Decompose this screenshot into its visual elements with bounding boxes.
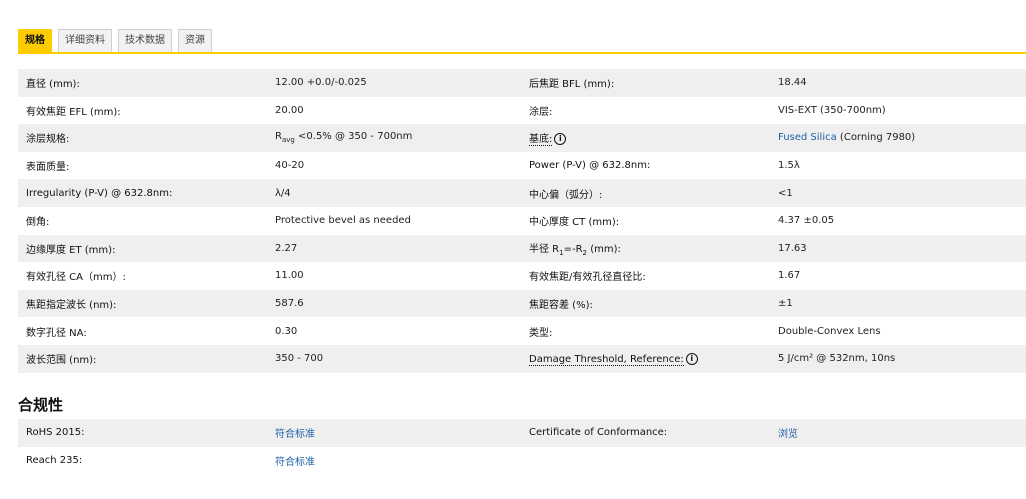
spec-label: 数字孔径 NA: <box>26 327 87 339</box>
spec-value: 2.27 <box>267 234 521 263</box>
spec-value: 587.6 <box>267 289 521 318</box>
radius-label-mid: =-R <box>563 243 583 255</box>
reach-compliant-link[interactable]: 符合标准 <box>275 457 315 468</box>
table-row: 有效孔径 CA（mm）: 11.00 有效焦距/有效孔径直径比: 1.67 <box>18 262 1026 290</box>
spec-label: 边缘厚度 ET (mm): <box>18 234 267 263</box>
tab-technical-data[interactable]: 技术数据 <box>118 29 172 52</box>
spec-label: 波长范围 (nm): <box>18 344 267 373</box>
table-row: 边缘厚度 ET (mm): 2.27 半径 R1=-R2 (mm): 17.63 <box>18 234 1026 263</box>
spec-value: 浏览 <box>770 419 1026 447</box>
radius-label-pre: 半径 R <box>529 243 560 255</box>
spec-label: 直径 (mm): <box>18 69 267 97</box>
spec-label: 焦距指定波长 (nm): <box>18 289 267 318</box>
spec-label <box>521 447 770 475</box>
spec-label: 倒角: <box>26 217 50 229</box>
radius-label-post: (mm): <box>587 243 621 255</box>
spec-value: <1 <box>770 179 1026 207</box>
compliance-table: RoHS 2015: 符合标准 Certificate of Conforman… <box>18 419 1026 474</box>
spec-label: 涂层规格: <box>18 124 267 152</box>
spec-value: 11.00 <box>275 270 304 282</box>
table-row: 倒角: Protective bevel as needed 中心厚度 CT (… <box>18 207 1026 235</box>
damage-threshold-text: Damage Threshold, Reference: <box>529 353 684 366</box>
spec-table: 直径 (mm): 12.00 +0.0/-0.025 后焦距 BFL (mm):… <box>18 69 1026 373</box>
spec-value: 5 J/cm² @ 532nm, 10ns <box>770 344 1026 373</box>
table-row: 表面质量: 40-20 Power (P-V) @ 632.8nm: 1.5λ <box>18 152 1026 180</box>
radius-label: 半径 R1=-R2 (mm): <box>521 234 770 263</box>
fused-silica-link[interactable]: Fused Silica <box>778 132 837 143</box>
spec-value: 17.63 <box>770 234 1026 263</box>
spec-value: 350 - 700 <box>267 344 521 373</box>
spec-value: 符合标准 <box>267 447 521 475</box>
table-row: Reach 235: 符合标准 <box>18 447 1026 475</box>
substrate-label-text: 基底: <box>529 134 553 147</box>
table-row: 波长范围 (nm): 350 - 700 Damage Threshold, R… <box>18 344 1026 373</box>
tab-details[interactable]: 详细资料 <box>58 29 112 52</box>
spec-value: 0.30 <box>275 325 298 337</box>
info-icon[interactable]: i <box>554 133 567 146</box>
tab-specs[interactable]: 规格 <box>18 29 52 52</box>
table-row: 涂层规格: Ravg <0.5% @ 350 - 700nm 基底: i Fuse… <box>18 124 1026 152</box>
tab-bar: 规格 详细资料 技术数据 资源 <box>18 29 212 53</box>
spec-label: 中心偏（弧分）: <box>521 179 770 207</box>
spec-value: 1.67 <box>778 270 801 282</box>
spec-value: 18.44 <box>770 69 1026 97</box>
table-row: RoHS 2015: 符合标准 Certificate of Conforman… <box>18 419 1026 447</box>
avg-subscript: avg <box>281 136 295 145</box>
spec-value: VIS-EXT (350-700nm) <box>778 104 886 116</box>
spec-value: Double-Convex Lens <box>778 325 881 337</box>
spec-value: 4.37 ±0.05 <box>778 215 835 227</box>
spec-value: 1.5λ <box>778 160 800 172</box>
spec-value <box>770 447 1026 475</box>
table-row: 直径 (mm): 12.00 +0.0/-0.025 后焦距 BFL (mm):… <box>18 69 1026 97</box>
spec-value: 符合标准 <box>267 419 521 447</box>
spec-value: 20.00 <box>275 104 304 116</box>
spec-label: Power (P-V) @ 632.8nm: <box>529 160 651 172</box>
rohs-compliant-link[interactable]: 符合标准 <box>275 429 315 440</box>
spec-label: 涂层: <box>529 106 553 118</box>
r-symbol: R <box>275 131 282 143</box>
spec-label: 后焦距 BFL (mm): <box>521 69 770 97</box>
spec-label: 有效焦距 EFL (mm): <box>26 106 121 118</box>
compliance-title: 合规性 <box>18 396 64 414</box>
spec-label: 中心厚度 CT (mm): <box>529 217 620 229</box>
spec-value: Fused Silica (Corning 7980) <box>770 124 1026 152</box>
table-row: 有效焦距 EFL (mm): 20.00 涂层: VIS-EXT (350-70… <box>18 97 1026 125</box>
spec-value: Ravg <0.5% @ 350 - 700nm <box>267 124 521 152</box>
spec-label: 类型: <box>529 327 553 339</box>
spec-value: ±1 <box>770 289 1026 318</box>
spec-label: RoHS 2015: <box>18 419 267 447</box>
spec-label: Reach 235: <box>26 454 83 466</box>
spec-label: 有效孔径 CA（mm）: <box>26 272 126 284</box>
spec-value: 12.00 +0.0/-0.025 <box>267 69 521 97</box>
spec-label: 表面质量: <box>26 162 70 174</box>
spec-label: Certificate of Conformance: <box>521 419 770 447</box>
spec-value: 40-20 <box>275 160 305 172</box>
substrate-label: 基底: i <box>521 124 770 152</box>
spec-value: λ/4 <box>267 179 521 207</box>
spec-value: Protective bevel as needed <box>275 215 411 227</box>
substrate-rest: (Corning 7980) <box>836 132 916 144</box>
tab-underline <box>18 52 1026 54</box>
tab-resources[interactable]: 资源 <box>178 29 212 52</box>
table-row: Irregularity (P-V) @ 632.8nm: λ/4 中心偏（弧分… <box>18 179 1026 207</box>
info-icon[interactable]: i <box>685 352 698 365</box>
damage-threshold-label: Damage Threshold, Reference: i <box>521 344 770 373</box>
coating-spec-text: <0.5% @ 350 - 700nm <box>294 131 413 143</box>
spec-label: Irregularity (P-V) @ 632.8nm: <box>18 179 267 207</box>
spec-label: 焦距容差 (%): <box>521 289 770 318</box>
table-row: 数字孔径 NA: 0.30 类型: Double-Convex Lens <box>18 317 1026 345</box>
spec-label: 有效焦距/有效孔径直径比: <box>529 272 646 284</box>
table-row: 焦距指定波长 (nm): 587.6 焦距容差 (%): ±1 <box>18 289 1026 318</box>
view-certificate-link[interactable]: 浏览 <box>778 429 798 440</box>
